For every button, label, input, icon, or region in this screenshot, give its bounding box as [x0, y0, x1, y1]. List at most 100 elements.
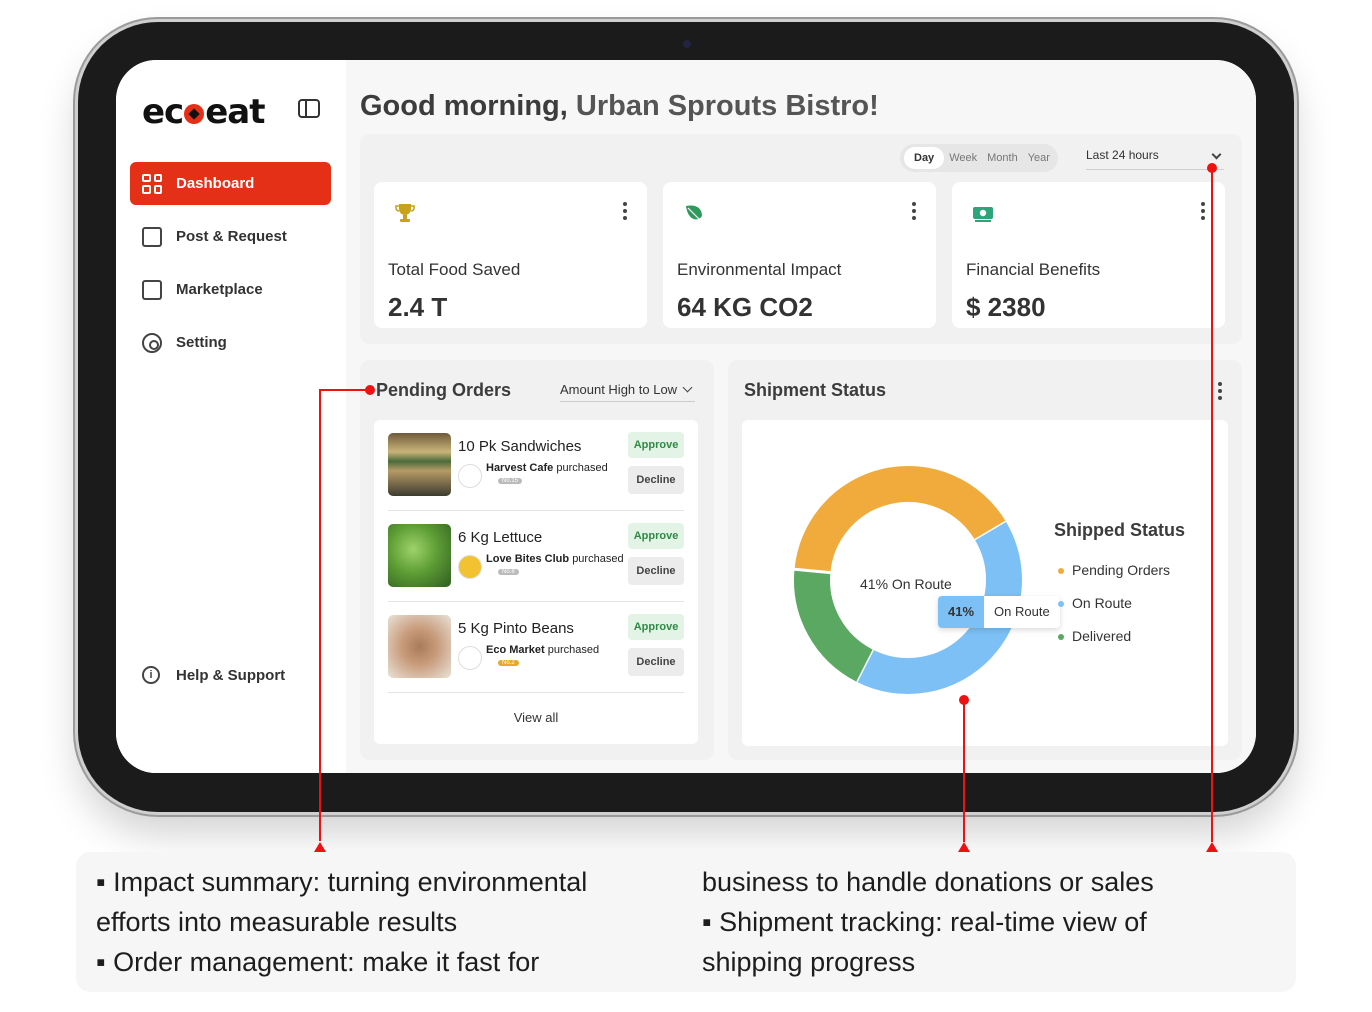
order-item: 10 Pk Sandwiches Harvest Cafe purchased … — [388, 420, 684, 511]
sidebar-item-marketplace[interactable]: Marketplace — [130, 268, 331, 311]
buyer-verb: purchased — [556, 462, 608, 474]
app-screen: ec eat Dashboard Post & Request Marketpla… — [116, 60, 1256, 773]
buyer-avatar — [458, 646, 482, 670]
legend-item-on-route: On Route — [1058, 595, 1132, 611]
shipment-chart-card: 41% On Route 41% On Route Shipped Status… — [742, 420, 1228, 746]
note-line: ▪ Order management: make it fast for — [96, 947, 540, 977]
tablet-frame: ec eat Dashboard Post & Request Marketpla… — [78, 22, 1294, 812]
legend-item-delivered: Delivered — [1058, 628, 1131, 644]
stat-card-food-saved: Total Food Saved 2.4 T — [374, 182, 647, 328]
buyer-line: Harvest Cafe purchased — [486, 462, 608, 474]
donut-slice-pending-orders[interactable] — [794, 466, 1007, 574]
stat-value: 64 KG CO2 — [677, 292, 813, 322]
order-thumbnail — [388, 615, 451, 678]
more-options-icon[interactable] — [1218, 382, 1222, 400]
sidebar-item-label: Dashboard — [176, 175, 255, 192]
order-title: 6 Kg Lettuce — [458, 529, 543, 546]
chart-tooltip: 41% On Route — [938, 596, 1060, 628]
sort-select[interactable]: Amount High to Low — [560, 382, 696, 402]
stat-label: Environmental Impact — [677, 260, 842, 279]
impact-summary-panel: Day Week Month Year Last 24 hours Total … — [360, 134, 1242, 344]
donut-center-label: 41% On Route — [860, 576, 952, 592]
trophy-icon — [395, 204, 415, 222]
more-options-icon[interactable] — [623, 202, 627, 220]
view-all-link[interactable]: View all — [374, 710, 698, 725]
sidebar-toggle-icon[interactable] — [298, 99, 320, 118]
pending-orders-panel: Pending Orders Amount High to Low 10 Pk … — [360, 360, 714, 760]
info-icon: i — [142, 666, 160, 684]
document-icon — [142, 226, 162, 247]
stat-card-financial-benefits: Financial Benefits $ 2380 — [952, 182, 1225, 328]
logo-tomato-icon — [184, 104, 205, 124]
time-range-value: Last 24 hours — [1086, 148, 1159, 162]
tooltip-percent: 41% — [938, 596, 985, 628]
more-options-icon[interactable] — [912, 202, 916, 220]
time-range-select[interactable]: Last 24 hours — [1086, 148, 1224, 170]
order-title: 5 Kg Pinto Beans — [458, 620, 574, 637]
stat-value: 2.4 T — [388, 292, 448, 322]
help-label: Help & Support — [176, 666, 286, 684]
order-item: 6 Kg Lettuce Love Bites Club purchased N… — [388, 511, 684, 602]
note-line: ▪ Impact summary: turning environmental — [96, 867, 588, 897]
rank-badge: No.15 — [498, 478, 523, 484]
leaf-icon — [686, 205, 702, 221]
sidebar-item-post-request[interactable]: Post & Request — [130, 215, 331, 258]
ecoeat-logo: ec eat — [142, 92, 265, 132]
period-year[interactable]: Year — [1023, 147, 1055, 169]
callout-line-shipment — [963, 700, 965, 842]
buyer-name: Eco Market — [486, 644, 545, 656]
buyer-line: Eco Market purchased — [486, 644, 599, 656]
approve-button[interactable]: Approve — [628, 432, 684, 458]
logo-text-right: eat — [205, 92, 265, 132]
presentation-stage: ec eat Dashboard Post & Request Marketpla… — [0, 0, 1372, 1012]
buyer-line: Love Bites Club purchased — [486, 553, 624, 565]
buyer-avatar — [458, 555, 482, 579]
callout-line-summary — [1211, 168, 1213, 842]
logo-text-left: ec — [142, 92, 184, 132]
approve-button[interactable]: Approve — [628, 614, 684, 640]
buyer-name: Love Bites Club — [486, 553, 570, 565]
stat-value: $ 2380 — [966, 292, 1046, 322]
orders-list: 10 Pk Sandwiches Harvest Cafe purchased … — [374, 420, 698, 744]
period-segmented-control: Day Week Month Year — [900, 144, 1058, 172]
rank-badge: No.8 — [498, 569, 519, 575]
decline-button[interactable]: Decline — [628, 557, 684, 585]
sidebar: ec eat Dashboard Post & Request Marketpla… — [116, 60, 346, 773]
store-icon — [142, 279, 162, 300]
order-item: 5 Kg Pinto Beans Eco Market purchased No… — [388, 602, 684, 693]
approve-button[interactable]: Approve — [628, 523, 684, 549]
stat-card-environmental-impact: Environmental Impact 64 KG CO2 — [663, 182, 936, 328]
buyer-name: Harvest Cafe — [486, 462, 554, 474]
page-title: Good morning, Urban Sprouts Bistro! — [360, 90, 879, 123]
feature-notes: ▪ Impact summary: turning environmental … — [76, 852, 1296, 992]
sidebar-item-label: Post & Request — [176, 228, 287, 245]
period-day[interactable]: Day — [904, 147, 945, 169]
cash-icon — [973, 207, 993, 222]
sidebar-item-setting[interactable]: Setting — [130, 321, 331, 364]
legend-title: Shipped Status — [1054, 520, 1186, 540]
notes-right: business to handle donations or sales ▪ … — [702, 862, 1262, 982]
period-week[interactable]: Week — [944, 147, 982, 169]
decline-button[interactable]: Decline — [628, 466, 684, 494]
notes-left: ▪ Impact summary: turning environmental … — [96, 862, 656, 982]
order-thumbnail — [388, 524, 451, 587]
greeting-text: Good morning, — [360, 90, 568, 122]
note-line: ▪ Shipment tracking: real-time view of — [702, 907, 1147, 937]
order-title: 10 Pk Sandwiches — [458, 438, 582, 455]
business-name: Urban Sprouts Bistro! — [575, 90, 879, 122]
buyer-avatar — [458, 464, 482, 488]
shipment-title: Shipment Status — [744, 380, 887, 400]
help-support-link[interactable]: i Help & Support — [142, 666, 285, 684]
decline-button[interactable]: Decline — [628, 648, 684, 676]
donut-slice-delivered[interactable] — [794, 569, 874, 682]
order-thumbnail — [388, 433, 451, 496]
sidebar-item-dashboard[interactable]: Dashboard — [130, 162, 331, 205]
sidebar-nav: Dashboard Post & Request Marketplace Set… — [130, 162, 331, 374]
callout-arrow-orders — [314, 842, 326, 852]
main-content: Good morning, Urban Sprouts Bistro! Day … — [346, 60, 1256, 773]
gear-icon — [142, 332, 162, 353]
more-options-icon[interactable] — [1201, 202, 1205, 220]
camera-dot — [683, 40, 691, 48]
note-line: shipping progress — [702, 947, 916, 977]
period-month[interactable]: Month — [982, 147, 1023, 169]
